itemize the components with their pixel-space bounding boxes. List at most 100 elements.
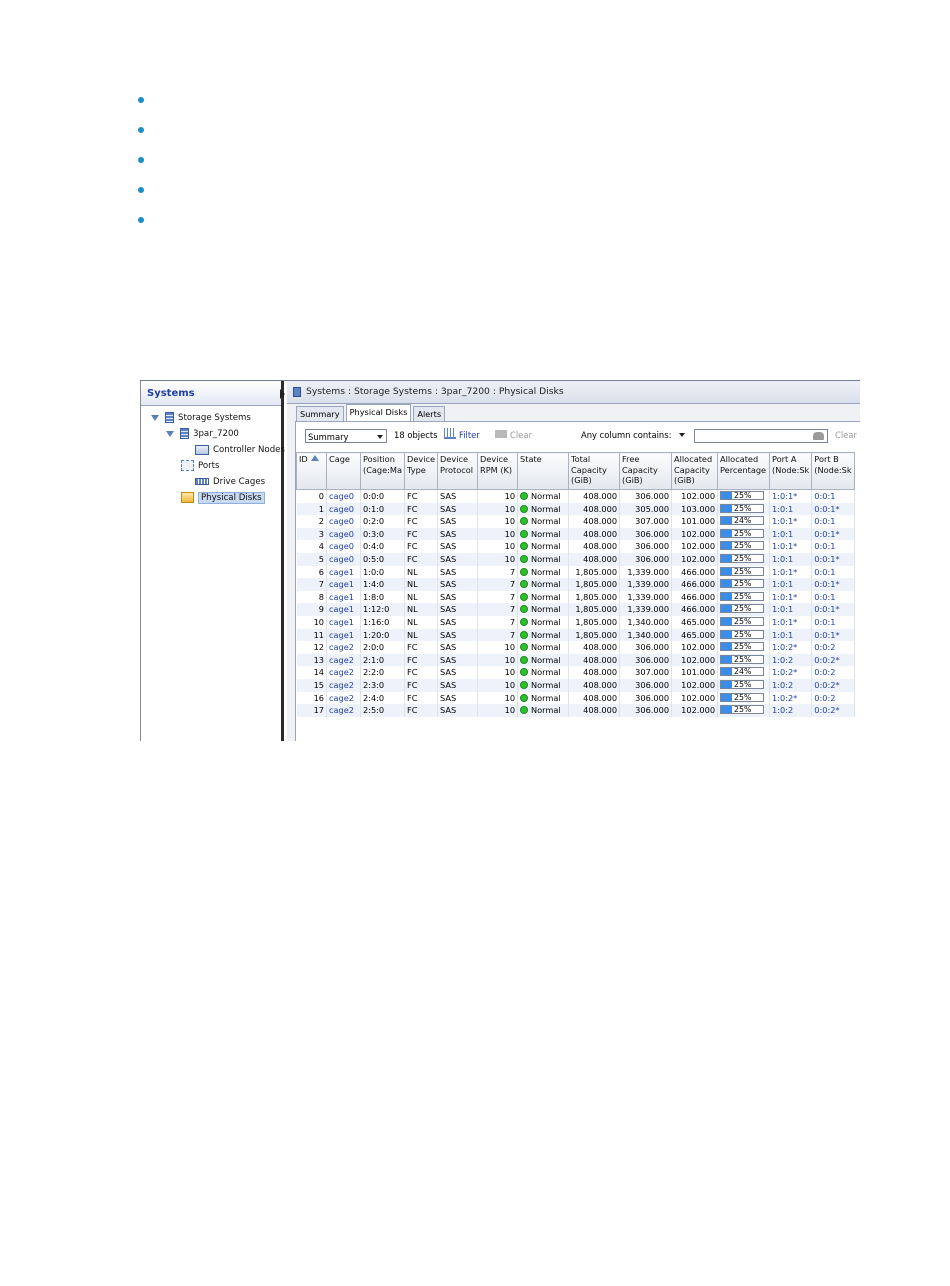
cell-value[interactable]: 1:0:1: [772, 554, 793, 564]
cell-value[interactable]: cage0: [329, 541, 354, 551]
cell-value[interactable]: 1:0:1: [772, 604, 793, 614]
cell-value[interactable]: 0:0:1*: [814, 604, 839, 614]
expanded-arrow-icon[interactable]: [166, 430, 174, 437]
cell-value[interactable]: cage2: [329, 705, 354, 715]
cell-value[interactable]: cage2: [329, 667, 354, 677]
table-row[interactable]: 2 cage0 0:2:0 FC SAS 10 Normal 408.000 307.000 10…: [296, 515, 855, 528]
table-row[interactable]: 1 cage0 0:1:0 FC SAS 10 Normal 408.000 305.000 10…: [296, 502, 855, 516]
column-header[interactable]: Port A (Node:Sk: [769, 452, 813, 490]
view-select[interactable]: Summary: [305, 429, 387, 443]
cell-value[interactable]: cage1: [329, 630, 354, 640]
cell-value[interactable]: 1:0:1: [772, 579, 793, 589]
cell-value[interactable]: cage1: [329, 604, 354, 614]
cell-value[interactable]: 1:0:2: [772, 680, 793, 690]
tree-item-storage-systems[interactable]: Storage Systems: [151, 411, 251, 426]
table-row[interactable]: 12 cage2 2:0:0 FC SAS 10 Normal 408.000 306.000 1…: [296, 641, 855, 654]
column-header[interactable]: Free Capacity (GiB): [619, 452, 673, 490]
tree-item-physical-disks[interactable]: Physical Disks: [181, 491, 860, 741]
table-row[interactable]: 0 cage0 0:0:0 FC SAS 10 Normal 408.000 306.000 10…: [296, 489, 855, 503]
cell-value[interactable]: 0:0:2: [814, 693, 835, 703]
cell-value[interactable]: cage2: [329, 693, 354, 703]
cell-value[interactable]: cage0: [329, 554, 354, 564]
cell-value[interactable]: 1:0:2: [772, 705, 793, 715]
column-header[interactable]: Allocated Percentage: [717, 452, 771, 490]
table-row[interactable]: 4 cage0 0:4:0 FC SAS 10 Normal 408.000 306.000 10…: [296, 540, 855, 553]
tree-item-3par-7200[interactable]: 3par_7200: [166, 427, 239, 442]
tab-summary[interactable]: Summary: [296, 406, 344, 422]
cell-value[interactable]: 0:0:2*: [814, 655, 839, 665]
table-row[interactable]: 13 cage2 2:1:0 FC SAS 10 Normal 408.000 306.000 1…: [296, 653, 855, 667]
cell-value[interactable]: 1:0:1*: [772, 617, 797, 627]
table-row[interactable]: 15 cage2 2:3:0 FC SAS 10 Normal 408.000 306.000 1…: [296, 678, 855, 692]
cell-value[interactable]: 0:0:1: [814, 541, 835, 551]
table-row[interactable]: 14 cage2 2:2:0 FC SAS 10 Normal 408.000 307.000 1…: [296, 666, 855, 679]
column-header[interactable]: Device RPM (K): [477, 452, 519, 490]
cell-value[interactable]: cage0: [329, 491, 354, 501]
search-input[interactable]: [694, 429, 828, 443]
cell-value[interactable]: cage2: [329, 642, 354, 652]
cell-value[interactable]: 1:0:1: [772, 630, 793, 640]
cell-value[interactable]: cage1: [329, 579, 354, 589]
cell-value[interactable]: 1:0:2*: [772, 642, 797, 652]
cell-value[interactable]: cage2: [329, 655, 354, 665]
cell-value[interactable]: cage0: [329, 529, 354, 539]
cell-value[interactable]: cage1: [329, 617, 354, 627]
table-row[interactable]: 7 cage1 1:4:0 NL SAS 7 Normal 1,805.000 1,339.00…: [296, 578, 855, 591]
column-header[interactable]: Position (Cage:Ma: [359, 452, 406, 490]
tab-physical-disks[interactable]: Physical Disks: [345, 404, 412, 422]
table-row[interactable]: 3 cage0 0:3:0 FC SAS 10 Normal 408.000 306.000 10…: [296, 527, 855, 541]
tree-item-controller-nodes[interactable]: Controller Nodes: [181, 443, 285, 458]
cell-value[interactable]: 0:0:2*: [814, 680, 839, 690]
table-row[interactable]: 5 cage0 0:5:0 FC SAS 10 Normal 408.000 306.000 10…: [296, 552, 855, 566]
cell-value[interactable]: 1:0:1*: [772, 567, 797, 577]
cell-value[interactable]: 1:0:1*: [772, 541, 797, 551]
filter-button[interactable]: Filter: [444, 426, 480, 444]
tree-item-ports[interactable]: Ports: [181, 459, 860, 741]
table-row[interactable]: 10 cage1 1:16:0 NL SAS 7 Normal 1,805.000 1,340.…: [296, 615, 855, 629]
cell-value[interactable]: 0:0:1*: [814, 554, 839, 564]
cell-value[interactable]: 1:0:2*: [772, 693, 797, 703]
column-header[interactable]: Device Protocol: [437, 452, 479, 490]
column-header[interactable]: Total Capacity (GiB): [568, 452, 621, 490]
cell-value[interactable]: 0:0:1: [814, 516, 835, 526]
cell-value[interactable]: 1:0:1: [772, 504, 793, 514]
cell-value[interactable]: 0:0:1*: [814, 504, 839, 514]
tab-alerts[interactable]: Alerts: [413, 406, 446, 422]
cell-value[interactable]: 0:0:1: [814, 592, 835, 602]
cell-value[interactable]: 0:0:1: [814, 491, 835, 501]
cell-value[interactable]: 0:0:1: [814, 567, 835, 577]
table-row[interactable]: 16 cage2 2:4:0 FC SAS 10 Normal 408.000 306.000 1…: [296, 691, 855, 705]
clear-search-button[interactable]: Clear: [835, 426, 857, 444]
cell-value[interactable]: 0:0:1*: [814, 579, 839, 589]
cell-value[interactable]: cage0: [329, 504, 354, 514]
cell-value[interactable]: 1:0:2*: [772, 667, 797, 677]
cell-value[interactable]: 1:0:1: [772, 529, 793, 539]
cell-value[interactable]: cage0: [329, 516, 354, 526]
tree-item-drive-cages[interactable]: Drive Cages: [181, 475, 265, 490]
table-row[interactable]: 11 cage1 1:20:0 NL SAS 7 Normal 1,805.000 1,340.…: [296, 628, 855, 642]
table-row[interactable]: 8 cage1 1:8:0 NL SAS 7 Normal 1,805.000 1,339.00…: [296, 590, 855, 604]
expanded-arrow-icon[interactable]: [151, 414, 159, 421]
cell-value[interactable]: cage1: [329, 567, 354, 577]
table-row[interactable]: 17 cage2 2:5:0 FC SAS 10 Normal 408.000 306.000 1…: [296, 704, 855, 717]
column-header[interactable]: Allocated Capacity (GiB): [671, 452, 719, 490]
column-header[interactable]: State: [517, 452, 570, 490]
cell-value[interactable]: cage1: [329, 592, 354, 602]
cell-value[interactable]: 1:0:1*: [772, 592, 797, 602]
column-header[interactable]: Device Type: [404, 452, 439, 490]
cell-value[interactable]: 1:0:2: [772, 655, 793, 665]
table-row[interactable]: 6 cage1 1:0:0 NL SAS 7 Normal 1,805.000 1,339.00…: [296, 565, 855, 579]
collapse-pane-icon[interactable]: [280, 389, 285, 399]
cell-value[interactable]: 1:0:1*: [772, 491, 797, 501]
cell-value[interactable]: 0:0:1: [814, 617, 835, 627]
cell-value[interactable]: 0:0:2: [814, 642, 835, 652]
column-header[interactable]: Cage: [326, 452, 361, 490]
cell-value[interactable]: 0:0:2*: [814, 705, 839, 715]
cell-value[interactable]: 0:0:2: [814, 667, 835, 677]
column-header[interactable]: ID: [296, 452, 327, 490]
column-filter-select[interactable]: Any column contains:: [581, 426, 686, 444]
column-header[interactable]: Port B (Node:Sk: [811, 452, 855, 490]
cell-value[interactable]: 1:0:1*: [772, 516, 797, 526]
cell-value[interactable]: cage2: [329, 680, 354, 690]
cell-value[interactable]: 0:0:1*: [814, 630, 839, 640]
